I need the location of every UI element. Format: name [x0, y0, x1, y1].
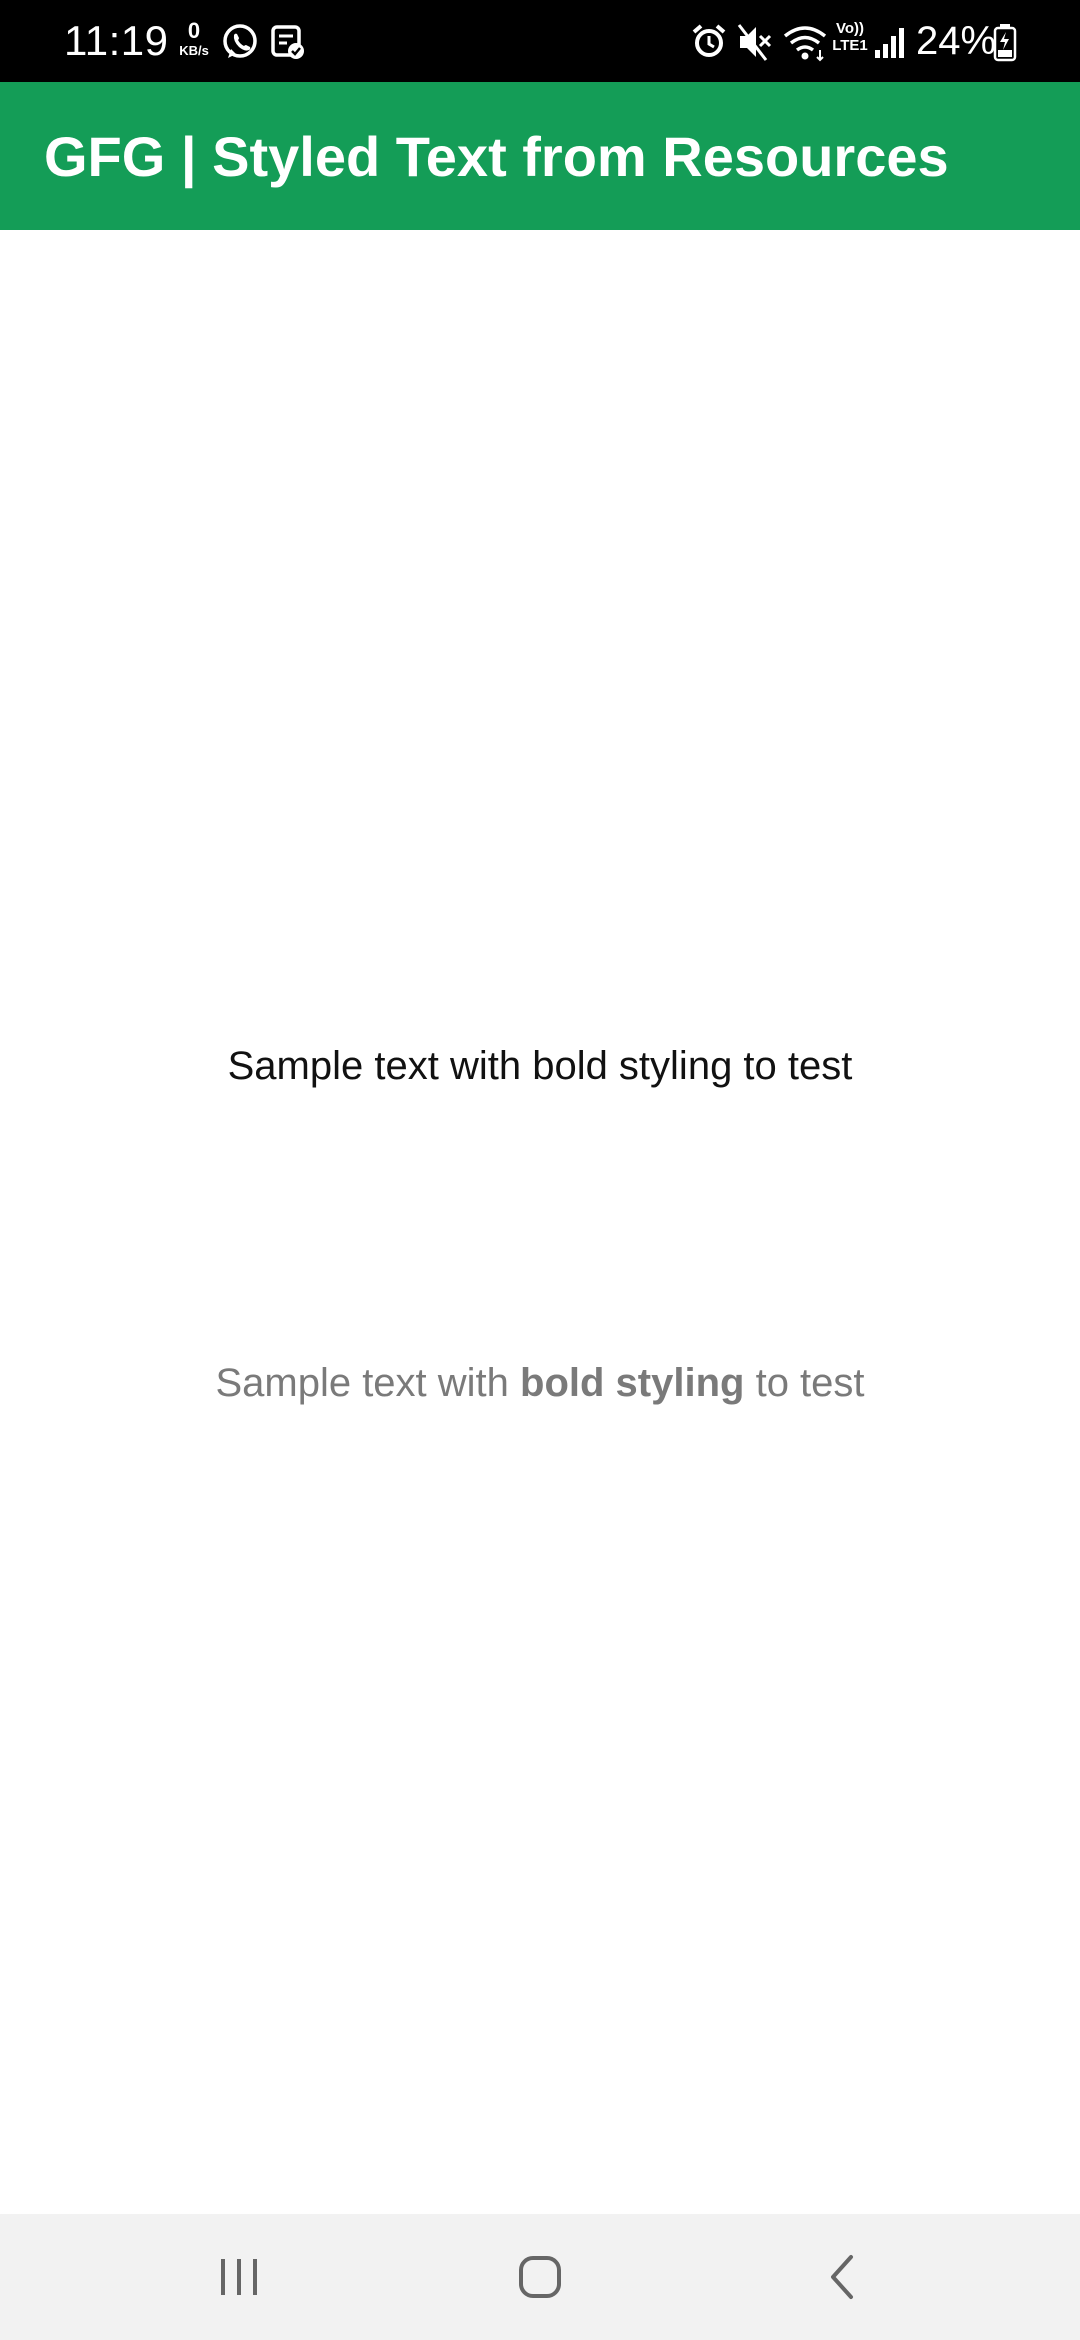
battery-percent: 24% — [916, 19, 997, 63]
network-speed: 0 KB/s — [174, 18, 214, 58]
app-title: GFG | Styled Text from Resources — [44, 125, 949, 188]
styled-sample-text: Sample text with bold styling to test — [0, 1357, 1080, 1409]
battery-charging-icon — [992, 20, 1018, 64]
status-time: 11:19 — [64, 17, 169, 64]
back-icon[interactable] — [803, 2237, 883, 2317]
styled-text-bold: bold styling — [520, 1361, 745, 1405]
mute-icon — [736, 20, 774, 64]
recent-apps-icon[interactable] — [199, 2237, 279, 2317]
alarm-icon — [690, 20, 728, 64]
notes-check-icon — [270, 20, 306, 64]
main-content: Sample text with bold styling to test Sa… — [0, 230, 1080, 2214]
volte-label: Vo)) — [835, 20, 865, 37]
network-speed-unit: KB/s — [179, 43, 209, 58]
app-bar: GFG | Styled Text from Resources — [0, 82, 1080, 230]
status-bar: 11:19 0 KB/s Vo)) LTE1 24% — [0, 0, 1080, 82]
navigation-bar — [0, 2214, 1080, 2340]
styled-text-suffix: to test — [744, 1361, 865, 1405]
wifi-icon — [782, 20, 828, 64]
styled-text-prefix: Sample text with — [215, 1361, 521, 1405]
lte-label: LTE1 — [832, 37, 868, 54]
whatsapp-icon — [220, 20, 260, 64]
volte-lte-icon: Vo)) LTE1 — [830, 20, 870, 64]
home-icon[interactable] — [500, 2237, 580, 2317]
plain-sample-text: Sample text with bold styling to test — [227, 1044, 853, 1088]
signal-icon — [872, 20, 908, 64]
network-speed-value: 0 — [187, 18, 201, 43]
